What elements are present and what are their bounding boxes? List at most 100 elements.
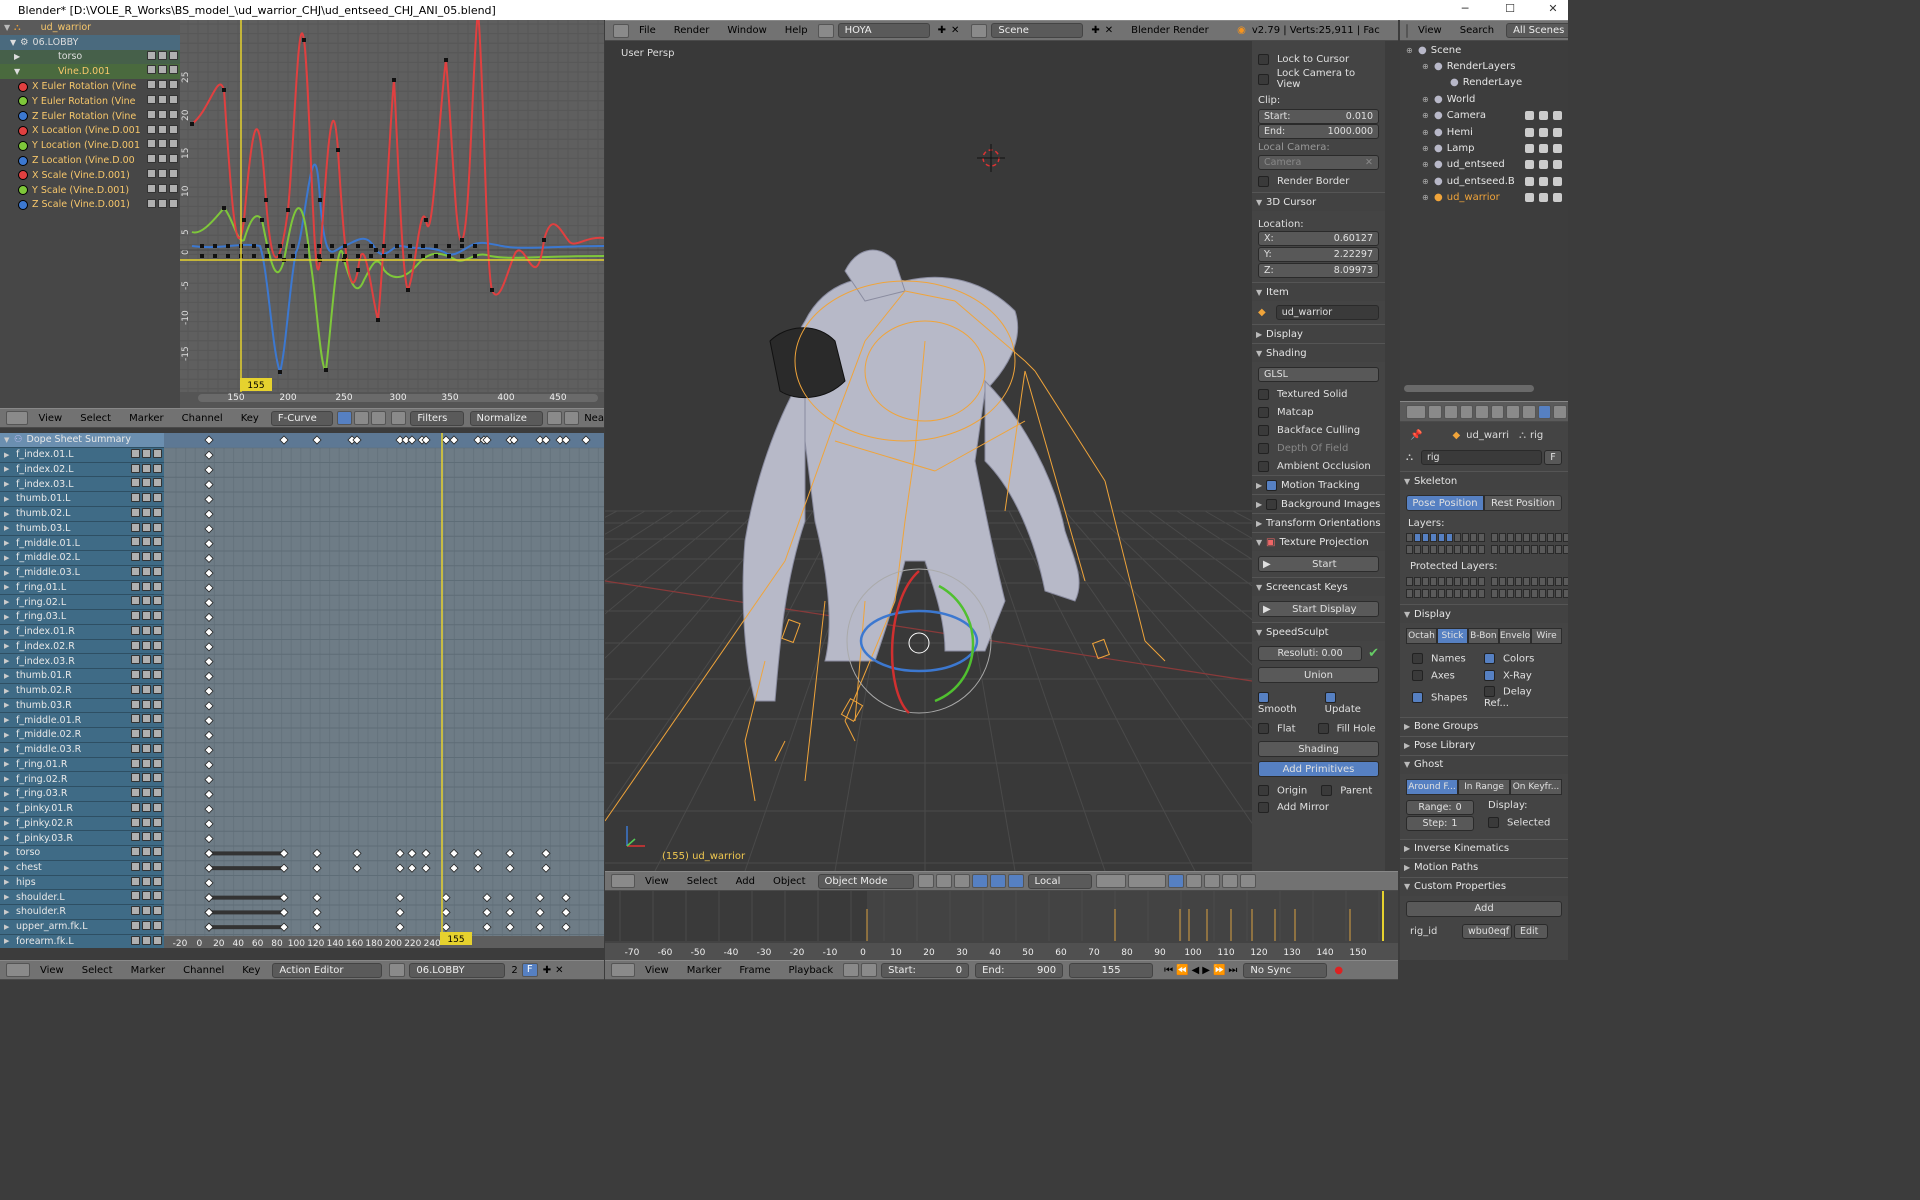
- dopesheet-channel[interactable]: ▶ f_ring.03.L: [0, 610, 164, 625]
- expand-icon[interactable]: ▶: [4, 554, 14, 562]
- orientation-selector[interactable]: Local: [1027, 873, 1092, 889]
- smooth-option[interactable]: Smooth: [1258, 692, 1315, 715]
- dopesheet-channel[interactable]: ▶ thumb.01.L: [0, 492, 164, 507]
- eye-icon[interactable]: [18, 170, 28, 181]
- dopesheet-channel[interactable]: ▶ f_middle.02.R: [0, 728, 164, 743]
- expand-icon[interactable]: ▶: [4, 893, 14, 901]
- layers-icon[interactable]: [1095, 874, 1126, 888]
- menu-view[interactable]: View: [1409, 25, 1451, 36]
- outliner-item[interactable]: ● RenderLaye: [1400, 75, 1568, 91]
- dopesheet-channel[interactable]: ▶ hips: [0, 875, 164, 891]
- fcurve-channel[interactable]: X Location (Vine.D.001: [0, 124, 180, 139]
- menu-view[interactable]: View: [636, 876, 678, 887]
- outliner-item[interactable]: ⊕ ● Camera: [1400, 108, 1568, 124]
- expand-icon[interactable]: ▶: [4, 510, 14, 518]
- cursor-z-field[interactable]: Z: 8.09973: [1258, 263, 1379, 278]
- shading-panel-header[interactable]: ▼ Shading: [1252, 343, 1385, 362]
- lock-icon[interactable]: [861, 963, 878, 977]
- clip-start-field[interactable]: Start: 0.010: [1258, 109, 1379, 124]
- ghost-step-field[interactable]: Step: 1: [1406, 815, 1474, 831]
- dopesheet-channel[interactable]: ▶ upper_arm.fk.L: [0, 919, 164, 935]
- manipulator-icon[interactable]: [953, 874, 970, 888]
- texture-projection-start-button[interactable]: ▶ Start: [1258, 556, 1379, 572]
- snap-selector[interactable]: Nea: [584, 413, 604, 424]
- motion-paths-header[interactable]: ▶ Motion Paths: [1400, 857, 1568, 877]
- dopesheet-channel[interactable]: ▶ shoulder.L: [0, 890, 164, 905]
- ghost-header[interactable]: ▼ Ghost: [1400, 754, 1568, 774]
- snap-target-icon[interactable]: [1221, 874, 1238, 888]
- clip-end-field[interactable]: End: 1000.000: [1258, 124, 1379, 139]
- ik-header[interactable]: ▶ Inverse Kinematics: [1400, 838, 1568, 858]
- menu-key[interactable]: Key: [232, 413, 268, 424]
- playback-controls[interactable]: ⏮⏪◀▶⏩⏭: [1164, 965, 1240, 976]
- editor-type-icon[interactable]: [1406, 23, 1408, 38]
- shading-option[interactable]: Backface Culling: [1258, 421, 1379, 439]
- minimize-icon[interactable]: ─: [1450, 0, 1480, 20]
- eye-icon[interactable]: [18, 199, 28, 210]
- pose-position-button[interactable]: Pose Position: [1406, 495, 1484, 511]
- shading-option[interactable]: Depth Of Field: [1258, 439, 1379, 457]
- expand-icon[interactable]: ▶: [4, 790, 14, 798]
- shapes-option[interactable]: Shapes: [1412, 691, 1484, 703]
- only-selected-icon[interactable]: [337, 411, 353, 425]
- render-layer-icon[interactable]: [1167, 874, 1184, 888]
- custom-prop-edit-button[interactable]: Edit: [1514, 923, 1548, 939]
- editor-type-icon[interactable]: [6, 411, 29, 425]
- menu-channel[interactable]: Channel: [174, 965, 233, 976]
- outliner-item[interactable]: ⊕ ● Hemi: [1400, 124, 1568, 140]
- display-panel-header[interactable]: ▶ Display: [1252, 324, 1385, 343]
- expand-icon[interactable]: ▶: [4, 923, 14, 931]
- screencast-header[interactable]: ▼ Screencast Keys: [1252, 577, 1385, 596]
- menu-select[interactable]: Select: [678, 876, 727, 887]
- expand-icon[interactable]: ▶: [4, 834, 14, 842]
- maximize-icon[interactable]: ☐: [1495, 0, 1525, 20]
- menu-view[interactable]: View: [31, 965, 73, 976]
- protected-layers-grid[interactable]: [1400, 574, 1568, 602]
- dopesheet-channel[interactable]: ▶ shoulder.R: [0, 905, 164, 920]
- eye-icon[interactable]: [18, 111, 28, 122]
- end-frame-field[interactable]: End: 900: [975, 962, 1064, 978]
- local-camera-field[interactable]: Camera ✕: [1258, 155, 1379, 170]
- origin-option[interactable]: Origin: [1258, 785, 1307, 797]
- push-down-icon[interactable]: [389, 963, 406, 977]
- remove-scene-icon[interactable]: ✕: [1105, 25, 1113, 36]
- add-primitives-button[interactable]: Add Primitives: [1258, 761, 1379, 777]
- ghost-selected-option[interactable]: Selected: [1488, 816, 1550, 828]
- display-header[interactable]: ▼ Display: [1400, 604, 1568, 623]
- layers-tab-icon[interactable]: [1443, 404, 1458, 419]
- dopesheet-channel[interactable]: ▶ f_index.02.R: [0, 639, 164, 655]
- graph-area[interactable]: 25 20 15 10 5 0 -5 -10 -15 150 200 250 300 350 400 450 1…: [180, 20, 604, 408]
- channel-group-torso[interactable]: ▶ torso: [0, 49, 180, 65]
- cursor-x-field[interactable]: X: 0.60127: [1258, 231, 1379, 246]
- display-mode-octah[interactable]: Octah: [1406, 628, 1437, 644]
- expand-icon[interactable]: ▶: [4, 598, 14, 606]
- outliner-item[interactable]: ⊕ ● RenderLayers: [1400, 58, 1568, 74]
- fcurve-channel[interactable]: Z Euler Rotation (Vine: [0, 109, 180, 124]
- menu-window[interactable]: Window: [718, 25, 775, 36]
- bone-groups-header[interactable]: ▶ Bone Groups: [1400, 716, 1568, 736]
- expand-icon[interactable]: ▶: [4, 480, 14, 488]
- channel-group-vine[interactable]: ▼ Vine.D.001: [0, 64, 180, 80]
- expand-icon[interactable]: ▶: [4, 628, 14, 636]
- expand-icon[interactable]: ▶: [4, 908, 14, 916]
- outliner-item[interactable]: ⊕ ● Lamp: [1400, 140, 1568, 156]
- channel-action[interactable]: ▼ ⚙ 06.LOBBY: [0, 34, 180, 50]
- render-border-option[interactable]: Render Border: [1258, 170, 1379, 192]
- dopesheet-channel[interactable]: ▶ f_index.03.L: [0, 477, 164, 492]
- shading-option[interactable]: Matcap: [1258, 403, 1379, 421]
- expand-icon[interactable]: ▶: [4, 524, 14, 532]
- hidden-icon[interactable]: [371, 411, 387, 425]
- outliner-item[interactable]: ⊕ ● ud_entseed.B: [1400, 173, 1568, 189]
- timeline-area[interactable]: -70 -60 -50 -40 -30 -20 -10 0 10 20 30 40 50 60 70 80 90…: [605, 891, 1398, 960]
- shading-solid-icon[interactable]: [917, 874, 934, 888]
- custom-prop-value[interactable]: wbu0eqf: [1462, 923, 1512, 939]
- display-mode-b-bon[interactable]: B-Bon: [1467, 628, 1499, 644]
- editor-type-icon[interactable]: [1406, 404, 1427, 419]
- ghost-mode[interactable]: In Range: [1458, 778, 1510, 795]
- dopesheet-channel[interactable]: ▶ f_index.03.R: [0, 654, 164, 669]
- dopesheet-channel[interactable]: ▶ f_pinky.03.R: [0, 831, 164, 846]
- eye-icon[interactable]: [18, 140, 28, 151]
- background-images-header[interactable]: ▶ Background Images: [1252, 494, 1385, 513]
- expand-icon[interactable]: ▶: [4, 775, 14, 783]
- graph-mode-selector[interactable]: F-Curve: [270, 410, 334, 426]
